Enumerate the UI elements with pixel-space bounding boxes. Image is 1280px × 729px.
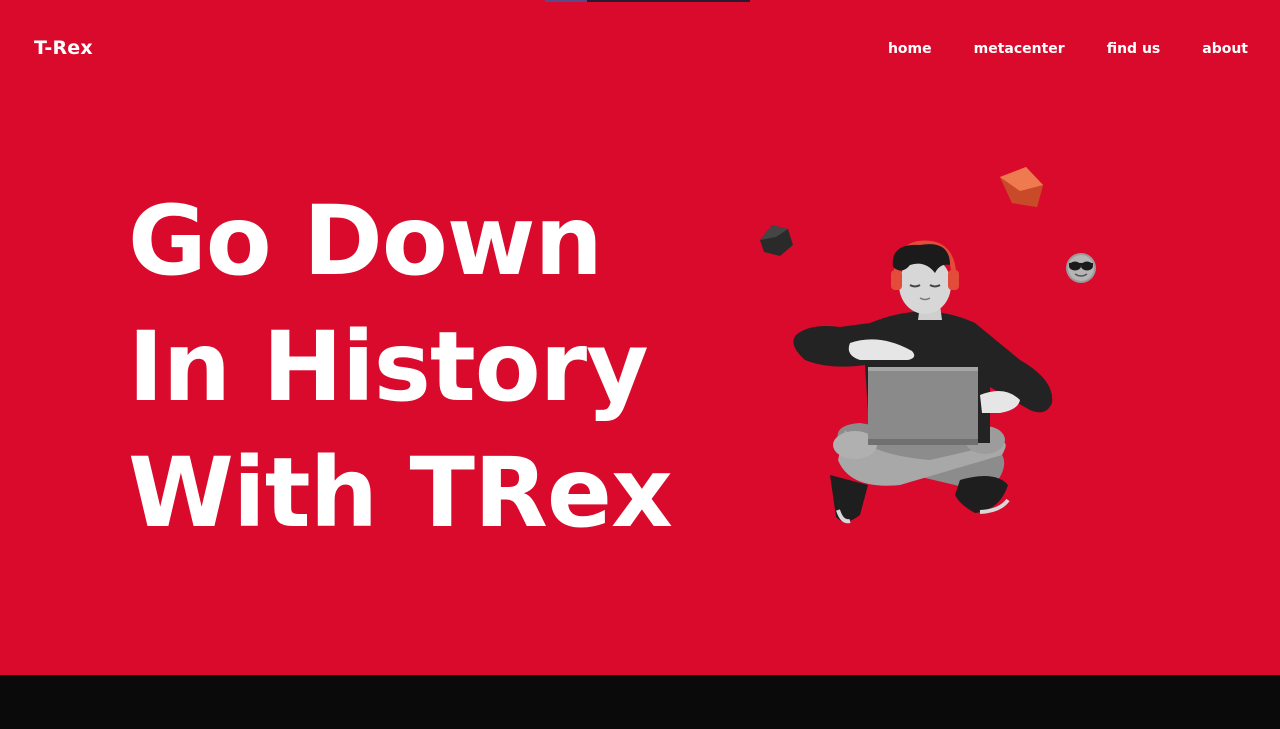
headline-line-1: Go Down [128, 185, 603, 297]
headline-line-3: With TRex [128, 437, 673, 549]
brand-logo[interactable]: T-Rex [34, 37, 93, 59]
sunglasses-emoji-icon [1066, 253, 1096, 283]
nav-item-home[interactable]: home [888, 40, 932, 58]
person-with-laptop-illustration [760, 167, 1096, 524]
nav-item-about[interactable]: about [1202, 40, 1248, 58]
footer-band [0, 675, 1280, 729]
landing-page: T-Rex home metacenter find us about Go D… [0, 0, 1280, 729]
headline-line-2: In History [128, 311, 649, 423]
loading-progress-bar [545, 0, 750, 2]
nav-item-metacenter[interactable]: metacenter [974, 40, 1065, 58]
nav-item-find-us[interactable]: find us [1107, 40, 1161, 58]
orange-cube-icon [1000, 167, 1043, 207]
dark-cube-icon [760, 225, 793, 256]
main-navigation: home metacenter find us about [888, 40, 1248, 58]
hero-headline: Go Down In History With TRex [128, 178, 673, 556]
person-figure [793, 240, 1053, 524]
hero-section: T-Rex home metacenter find us about Go D… [0, 0, 1280, 675]
